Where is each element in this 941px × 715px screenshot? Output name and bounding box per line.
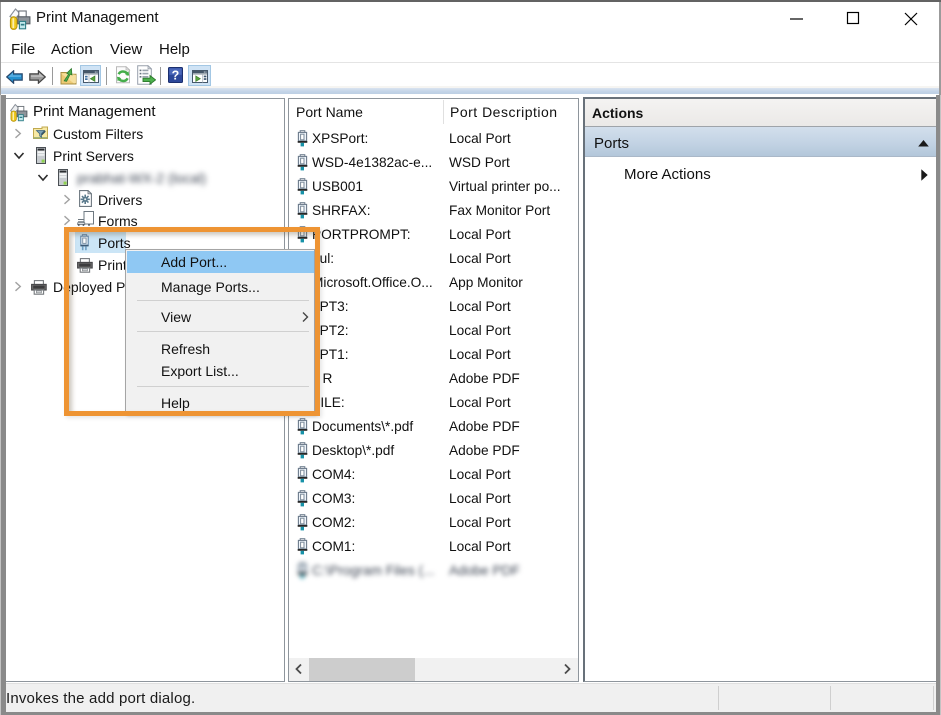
svg-text:?: ?: [171, 69, 179, 83]
